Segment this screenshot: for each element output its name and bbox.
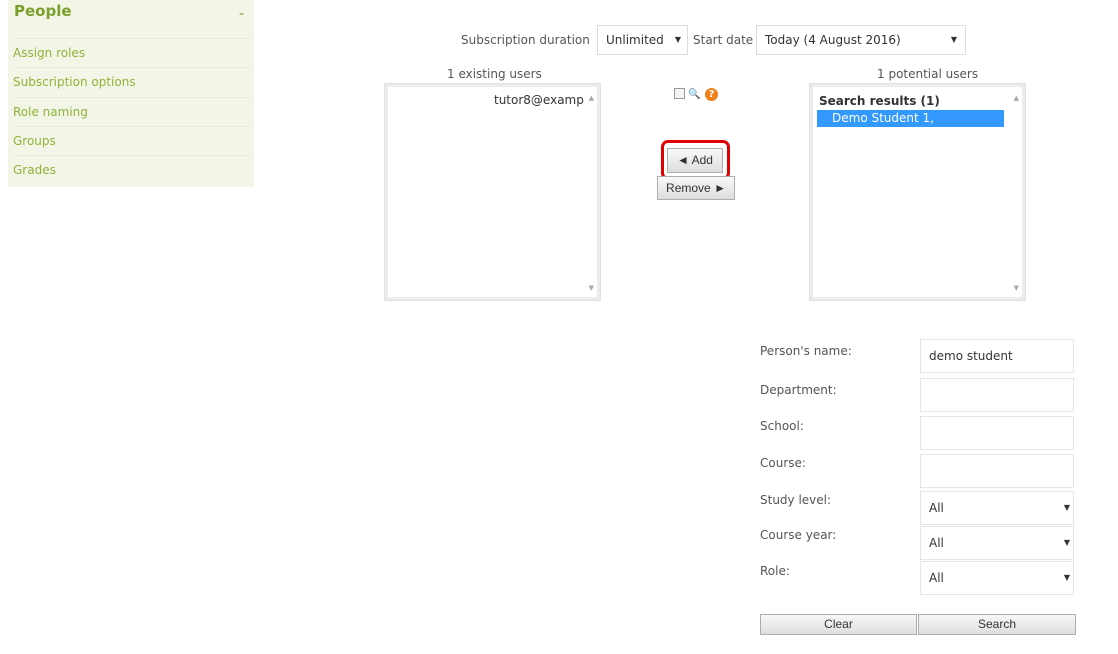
scroll-down-icon[interactable]: ▼	[589, 284, 594, 292]
persons-name-input[interactable]: demo student	[920, 339, 1074, 373]
persons-name-label: Person's name:	[760, 344, 852, 358]
options-checkbox[interactable]	[674, 88, 685, 99]
role-select[interactable]: All ▼	[920, 561, 1074, 595]
list-item[interactable]: Demo Student 1,	[817, 110, 1004, 127]
sidebar-people-block: People - Assign roles Subscription optio…	[8, 0, 254, 187]
search-button[interactable]: Search	[918, 614, 1076, 635]
chevron-down-icon: ▼	[1063, 573, 1070, 582]
study-level-value: All	[929, 501, 944, 515]
scroll-up-icon[interactable]: ▲	[589, 94, 594, 102]
sidebar-item-groups[interactable]: Groups	[13, 126, 249, 155]
course-label: Course:	[760, 456, 806, 470]
chevron-down-icon: ▼	[1063, 538, 1070, 547]
role-label: Role:	[760, 564, 790, 578]
scroll-down-icon[interactable]: ▼	[1014, 284, 1019, 292]
sidebar-item-subscription-options[interactable]: Subscription options	[13, 67, 249, 96]
school-label: School:	[760, 419, 804, 433]
course-input[interactable]	[920, 454, 1074, 488]
sidebar-item-grades[interactable]: Grades	[13, 155, 249, 184]
subscription-duration-select[interactable]: Unlimited ▼	[597, 25, 688, 55]
start-date-value: Today (4 August 2016)	[765, 33, 901, 47]
school-input[interactable]	[920, 416, 1074, 450]
list-item[interactable]: tutor8@examp	[494, 93, 584, 107]
potential-users-header: 1 potential users	[877, 67, 979, 81]
role-value: All	[929, 571, 944, 585]
add-button[interactable]: ◄ Add	[667, 148, 723, 173]
department-input[interactable]	[920, 378, 1074, 412]
department-label: Department:	[760, 383, 837, 397]
collapse-icon[interactable]: -	[239, 6, 244, 22]
study-level-label: Study level:	[760, 493, 832, 507]
clear-button[interactable]: Clear	[760, 614, 917, 635]
start-date-select[interactable]: Today (4 August 2016) ▼	[756, 25, 966, 55]
chevron-down-icon: ▼	[1063, 503, 1070, 512]
existing-users-list[interactable]: tutor8@examp ▲ ▼	[384, 83, 601, 301]
potential-users-list[interactable]: Search results (1) Demo Student 1, ▲ ▼	[809, 83, 1026, 301]
course-year-label: Course year:	[760, 528, 837, 542]
subscription-duration-label: Subscription duration	[461, 33, 590, 47]
study-level-select[interactable]: All ▼	[920, 491, 1074, 525]
remove-button[interactable]: Remove ►	[657, 176, 735, 200]
subscription-duration-value: Unlimited	[606, 33, 664, 47]
sidebar-title: People	[14, 2, 72, 20]
sidebar-item-role-naming[interactable]: Role naming	[13, 97, 249, 126]
sidebar-item-assign-roles[interactable]: Assign roles	[13, 38, 249, 67]
course-year-select[interactable]: All ▼	[920, 526, 1074, 560]
scroll-up-icon[interactable]: ▲	[1014, 94, 1019, 102]
search-options-icon: 🔍	[688, 89, 701, 100]
start-date-label: Start date	[693, 33, 754, 47]
course-year-value: All	[929, 536, 944, 550]
chevron-down-icon: ▼	[674, 35, 681, 44]
help-icon[interactable]: ?	[705, 88, 718, 101]
search-results-group: Search results (1)	[819, 94, 940, 108]
chevron-down-icon: ▼	[950, 35, 957, 44]
existing-users-header: 1 existing users	[447, 67, 542, 81]
